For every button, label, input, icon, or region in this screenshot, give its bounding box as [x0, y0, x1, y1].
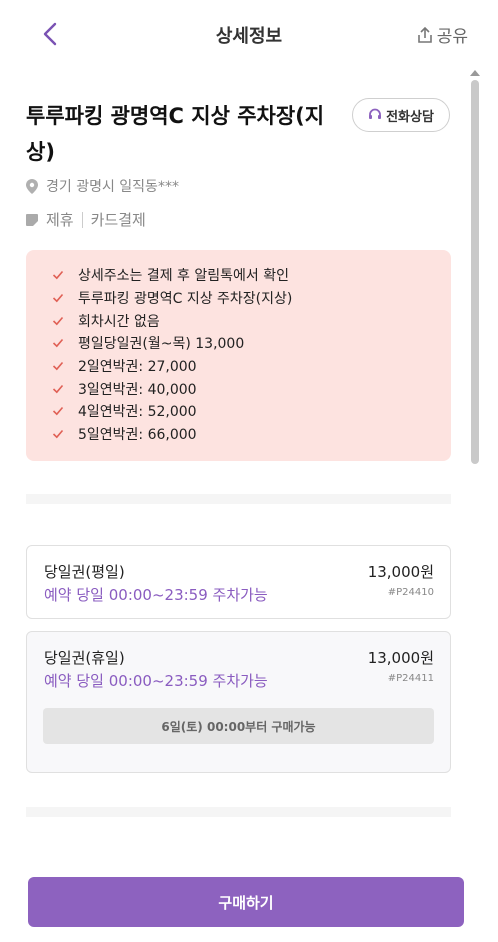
section-divider [26, 807, 451, 817]
tag-separator [81, 211, 83, 228]
ticket-card-holiday[interactable]: 당일권(휴일) 13,000원 예약 당일 00:00~23:59 주차가능 #… [26, 631, 451, 773]
header: 상세정보 공유 [0, 0, 498, 68]
parking-name: 투루파킹 광명역C 지상 주차장(지상) [26, 104, 325, 164]
check-icon [52, 271, 64, 280]
notice-text: 평일당일권(월~목) 13,000 [78, 336, 245, 353]
share-label: 공유 [436, 27, 468, 47]
check-icon [52, 362, 64, 371]
tag-partner: 제휴 [46, 211, 74, 229]
ticket-card-weekday[interactable]: 당일권(평일) 13,000원 예약 당일 00:00~23:59 주차가능 #… [26, 545, 451, 619]
notice-text: 투루파킹 광명역C 지상 주차장(지상) [78, 291, 293, 308]
notice-text: 상세주소는 결제 후 알림톡에서 확인 [78, 268, 289, 285]
notice-item: 2일연박권: 27,000 [52, 355, 451, 378]
scrollbar[interactable] [471, 80, 479, 464]
notice-item: 5일연박권: 66,000 [52, 423, 451, 446]
ticket-code: #P24410 [387, 587, 434, 598]
check-icon [52, 294, 64, 303]
check-icon [52, 316, 64, 326]
address: 경기 광명시 일직동*** [26, 176, 179, 196]
tag-icon [26, 213, 38, 226]
notice-text: 5일연박권: 66,000 [78, 427, 197, 444]
notice-text: 회차시간 없음 [78, 313, 160, 330]
share-icon [417, 26, 432, 43]
phone-consult-label: 전화상담 [386, 109, 434, 125]
ticket-price: 13,000원 [367, 563, 434, 581]
notice-text: 4일연박권: 52,000 [78, 404, 197, 421]
check-icon [52, 407, 64, 416]
tag-list: 제휴 카드결제 [26, 209, 146, 230]
address-text: 경기 광명시 일직동*** [46, 179, 179, 195]
check-icon [52, 384, 64, 394]
notice-text: 3일연박권: 40,000 [78, 381, 197, 398]
section-divider [26, 494, 451, 504]
location-pin-icon [26, 178, 38, 194]
notice-box: 상세주소는 결제 후 알림톡에서 확인 투루파킹 광명역C 지상 주차장(지상)… [26, 250, 451, 461]
notice-item: 4일연박권: 52,000 [52, 400, 451, 423]
check-icon [52, 430, 64, 439]
headset-icon [369, 108, 382, 119]
ticket-code: #P24411 [387, 673, 434, 684]
notice-item: 회차시간 없음 [52, 309, 451, 332]
ticket-time: 예약 당일 00:00~23:59 주차가능 [44, 672, 268, 690]
tag-card-payment: 카드결제 [90, 211, 146, 229]
ticket-time: 예약 당일 00:00~23:59 주차가능 [44, 586, 268, 604]
notice-text: 2일연박권: 27,000 [78, 359, 197, 376]
buy-button[interactable]: 구매하기 [28, 877, 464, 927]
check-icon [52, 339, 64, 348]
phone-consult-button[interactable]: 전화상담 [352, 98, 450, 132]
ticket-price: 13,000원 [367, 649, 434, 667]
ticket-name: 당일권(평일) [44, 563, 125, 581]
notice-item: 투루파킹 광명역C 지상 주차장(지상) [52, 287, 451, 310]
scroll-up-arrow[interactable] [470, 70, 480, 76]
ticket-name: 당일권(휴일) [44, 649, 125, 667]
notice-item: 평일당일권(월~목) 13,000 [52, 332, 451, 355]
notice-item: 상세주소는 결제 후 알림톡에서 확인 [52, 264, 451, 287]
availability-notice: 6일(토) 00:00부터 구매가능 [43, 708, 434, 744]
notice-item: 3일연박권: 40,000 [52, 377, 451, 400]
share-button[interactable]: 공유 [417, 22, 468, 47]
